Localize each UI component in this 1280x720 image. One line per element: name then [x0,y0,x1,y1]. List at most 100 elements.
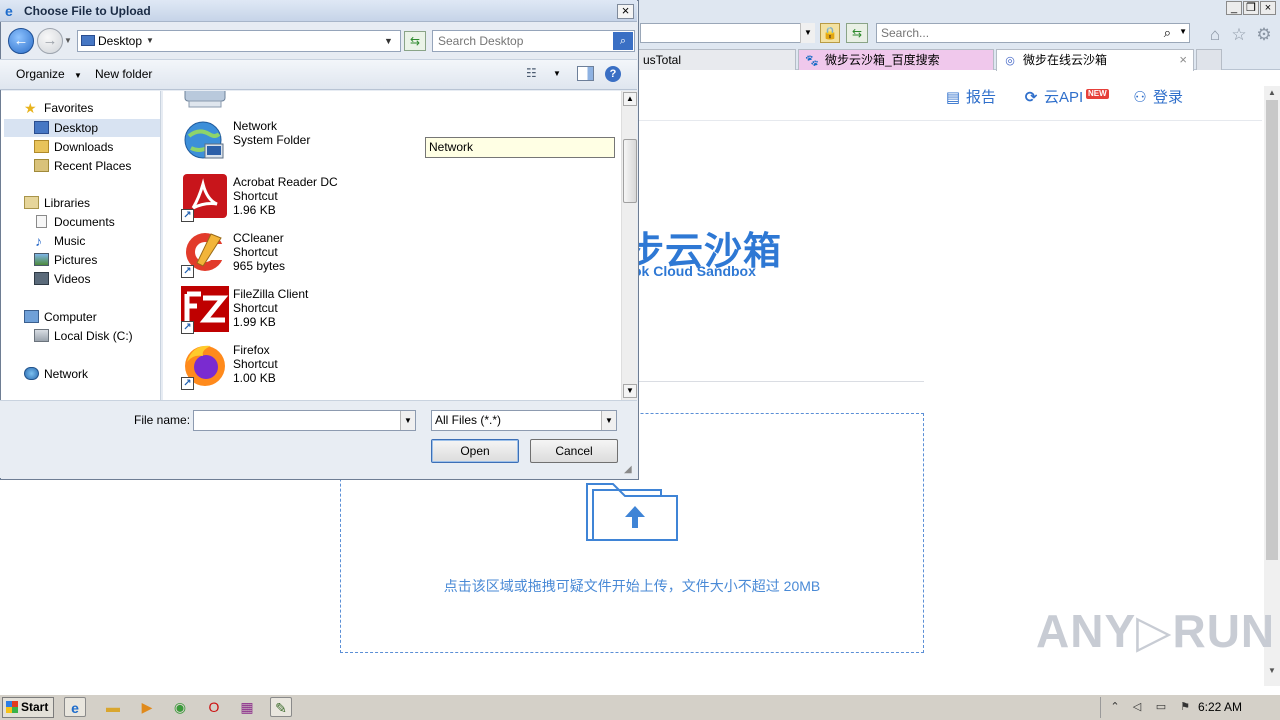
file-item-acrobat-reader[interactable]: ↗ Acrobat Reader DC Shortcut 1.96 KB [181,174,601,226]
system-folder-icon [184,91,226,108]
open-button[interactable]: Open [431,439,519,463]
search-icon[interactable]: ⌕ [1164,25,1171,41]
path-chevron-icon[interactable]: ▼ [146,36,154,45]
help-icon[interactable]: ? [605,66,621,82]
start-label: Start [21,700,49,714]
search-dropdown-icon[interactable]: ▼ [1179,27,1187,36]
browser-search-box[interactable]: ⌕ ▼ [876,23,1190,43]
flag-icon[interactable]: ⚑ [1177,699,1193,715]
file-list-scroll-thumb[interactable] [623,139,637,203]
nav-api-label: 云API [1044,89,1084,106]
desktop-path-icon [81,35,95,46]
view-dropdown-icon[interactable]: ▼ [553,69,561,78]
system-tray: ⌃ ◁ ▭ ⚑ [1100,697,1278,718]
tab-virustotal[interactable]: usTotal [636,49,796,70]
back-button[interactable]: ← [8,28,34,54]
explorer-taskbar-icon[interactable]: ▬ [102,697,124,717]
opera-taskbar-icon[interactable]: O [203,697,225,717]
settings-gear-icon[interactable]: ⚙ [1254,25,1274,45]
file-name-dropdown-icon[interactable]: ▼ [400,411,415,430]
dialog-search-input[interactable] [433,31,609,51]
browser-search-input[interactable] [877,24,1147,42]
favorites-star-icon[interactable]: ☆ [1229,25,1249,45]
nav-login-label: 登录 [1153,89,1184,106]
dialog-search-box[interactable]: ⌕ [432,30,635,52]
shortcut-arrow-icon: ↗ [181,377,194,390]
magnifier-icon[interactable]: ⌕ [613,32,633,50]
nav-label: Videos [54,272,91,286]
nav-login-link[interactable]: ⚇ 登录 [1131,86,1183,107]
dialog-refresh-icon[interactable]: ⇆ [404,31,426,51]
tab-baidu-search[interactable]: 🐾 微步云沙箱_百度搜索 [798,49,994,70]
file-size: 1.99 KB [233,315,276,329]
history-dropdown-icon[interactable]: ▼ [64,36,72,45]
page-scroll-thumb[interactable] [1266,100,1278,560]
pictures-icon [34,253,49,266]
cancel-button[interactable]: Cancel [530,439,618,463]
network-globe-icon [184,121,224,159]
star-icon: ★ [24,100,37,116]
media-player-taskbar-icon[interactable]: ▶ [136,697,158,717]
nav-report-link[interactable]: ▤ 报告 [944,86,996,107]
address-dropdown-icon[interactable]: ▼ [800,23,815,43]
file-type: Shortcut [233,301,278,315]
anyrun-watermark: ANY▷RUN [1036,605,1276,657]
scroll-down-icon[interactable]: ▼ [1266,666,1278,675]
nav-label: Local Disk (C:) [54,329,133,343]
lock-icon[interactable]: 🔒 [820,23,840,43]
organize-button[interactable]: Organize ▼ [16,67,82,81]
refresh-icon[interactable]: ⇆ [846,23,868,43]
shortcut-arrow-icon: ↗ [181,321,194,334]
close-tab-icon[interactable]: × [1179,50,1187,70]
minimize-button[interactable]: _ [1226,1,1242,15]
dialog-close-button[interactable]: × [617,4,634,19]
tray-expand-icon[interactable]: ⌃ [1107,699,1123,715]
chrome-taskbar-icon[interactable]: ◉ [169,697,191,717]
nav-label: Downloads [54,140,114,154]
file-name-input[interactable] [194,411,394,430]
network-tray-icon[interactable]: ▭ [1153,699,1169,715]
threatbook-favicon-icon: ◎ [1005,55,1015,67]
ie-taskbar-icon[interactable]: e [64,697,86,717]
page-scrollbar[interactable]: ▲ ▼ [1264,86,1280,686]
file-type-select[interactable]: All Files (*.*) ▼ [431,410,617,431]
resize-grip-icon[interactable]: ◢ [624,464,636,476]
file-type-dropdown-icon[interactable]: ▼ [601,411,616,430]
close-window-button[interactable]: × [1260,1,1276,15]
nav-report-label: 报告 [966,89,997,106]
new-tab-button[interactable] [1196,49,1222,70]
nav-label: Pictures [54,253,98,267]
scroll-up-icon[interactable]: ▲ [623,92,637,106]
preview-pane-icon[interactable] [577,66,594,81]
file-item-ccleaner[interactable]: ↗ CCleaner Shortcut 965 bytes [181,230,601,282]
new-folder-button[interactable]: New folder [95,67,152,81]
file-name-combobox[interactable]: ▼ [193,410,416,431]
volume-icon[interactable]: ◁ [1129,699,1145,715]
scroll-up-icon[interactable]: ▲ [1266,88,1278,97]
windows-logo-icon [6,701,18,713]
path-dropdown-icon[interactable]: ▼ [384,36,393,46]
home-icon[interactable]: ⌂ [1205,25,1225,45]
file-item-filezilla[interactable]: ↗ FileZilla Client Shortcut 1.99 KB [181,286,601,338]
file-name: Firefox [233,343,270,357]
taskbar [0,694,1280,720]
address-bar[interactable] [640,23,815,43]
logo-english: ok Cloud Sandbox [633,263,756,279]
change-view-icon[interactable]: ☷ [526,66,544,82]
path-segment-desktop[interactable]: Desktop [98,34,142,48]
tab-threatbook-sandbox[interactable]: ◎ 微步在线云沙箱 × [996,49,1194,71]
nav-api-link[interactable]: ⟳ 云API [1022,86,1083,107]
restore-button[interactable]: ❐ [1243,1,1259,15]
taskbar-clock[interactable]: 6:22 AM [1198,700,1242,714]
desktop-icon [34,121,49,134]
notepad-taskbar-icon[interactable]: ✎ [270,697,292,717]
scroll-down-icon[interactable]: ▼ [623,384,637,398]
start-button[interactable]: Start [2,697,54,718]
local-disk-icon [34,329,49,342]
file-item-firefox[interactable]: ↗ Firefox Shortcut 1.00 KB [181,342,601,394]
forward-button[interactable]: → [37,28,63,54]
nav-label: Computer [44,310,97,324]
shortcut-arrow-icon: ↗ [181,209,194,222]
file-list-scrollbar[interactable]: ▲ ▼ [621,91,637,400]
winrar-taskbar-icon[interactable]: ▦ [236,697,258,717]
